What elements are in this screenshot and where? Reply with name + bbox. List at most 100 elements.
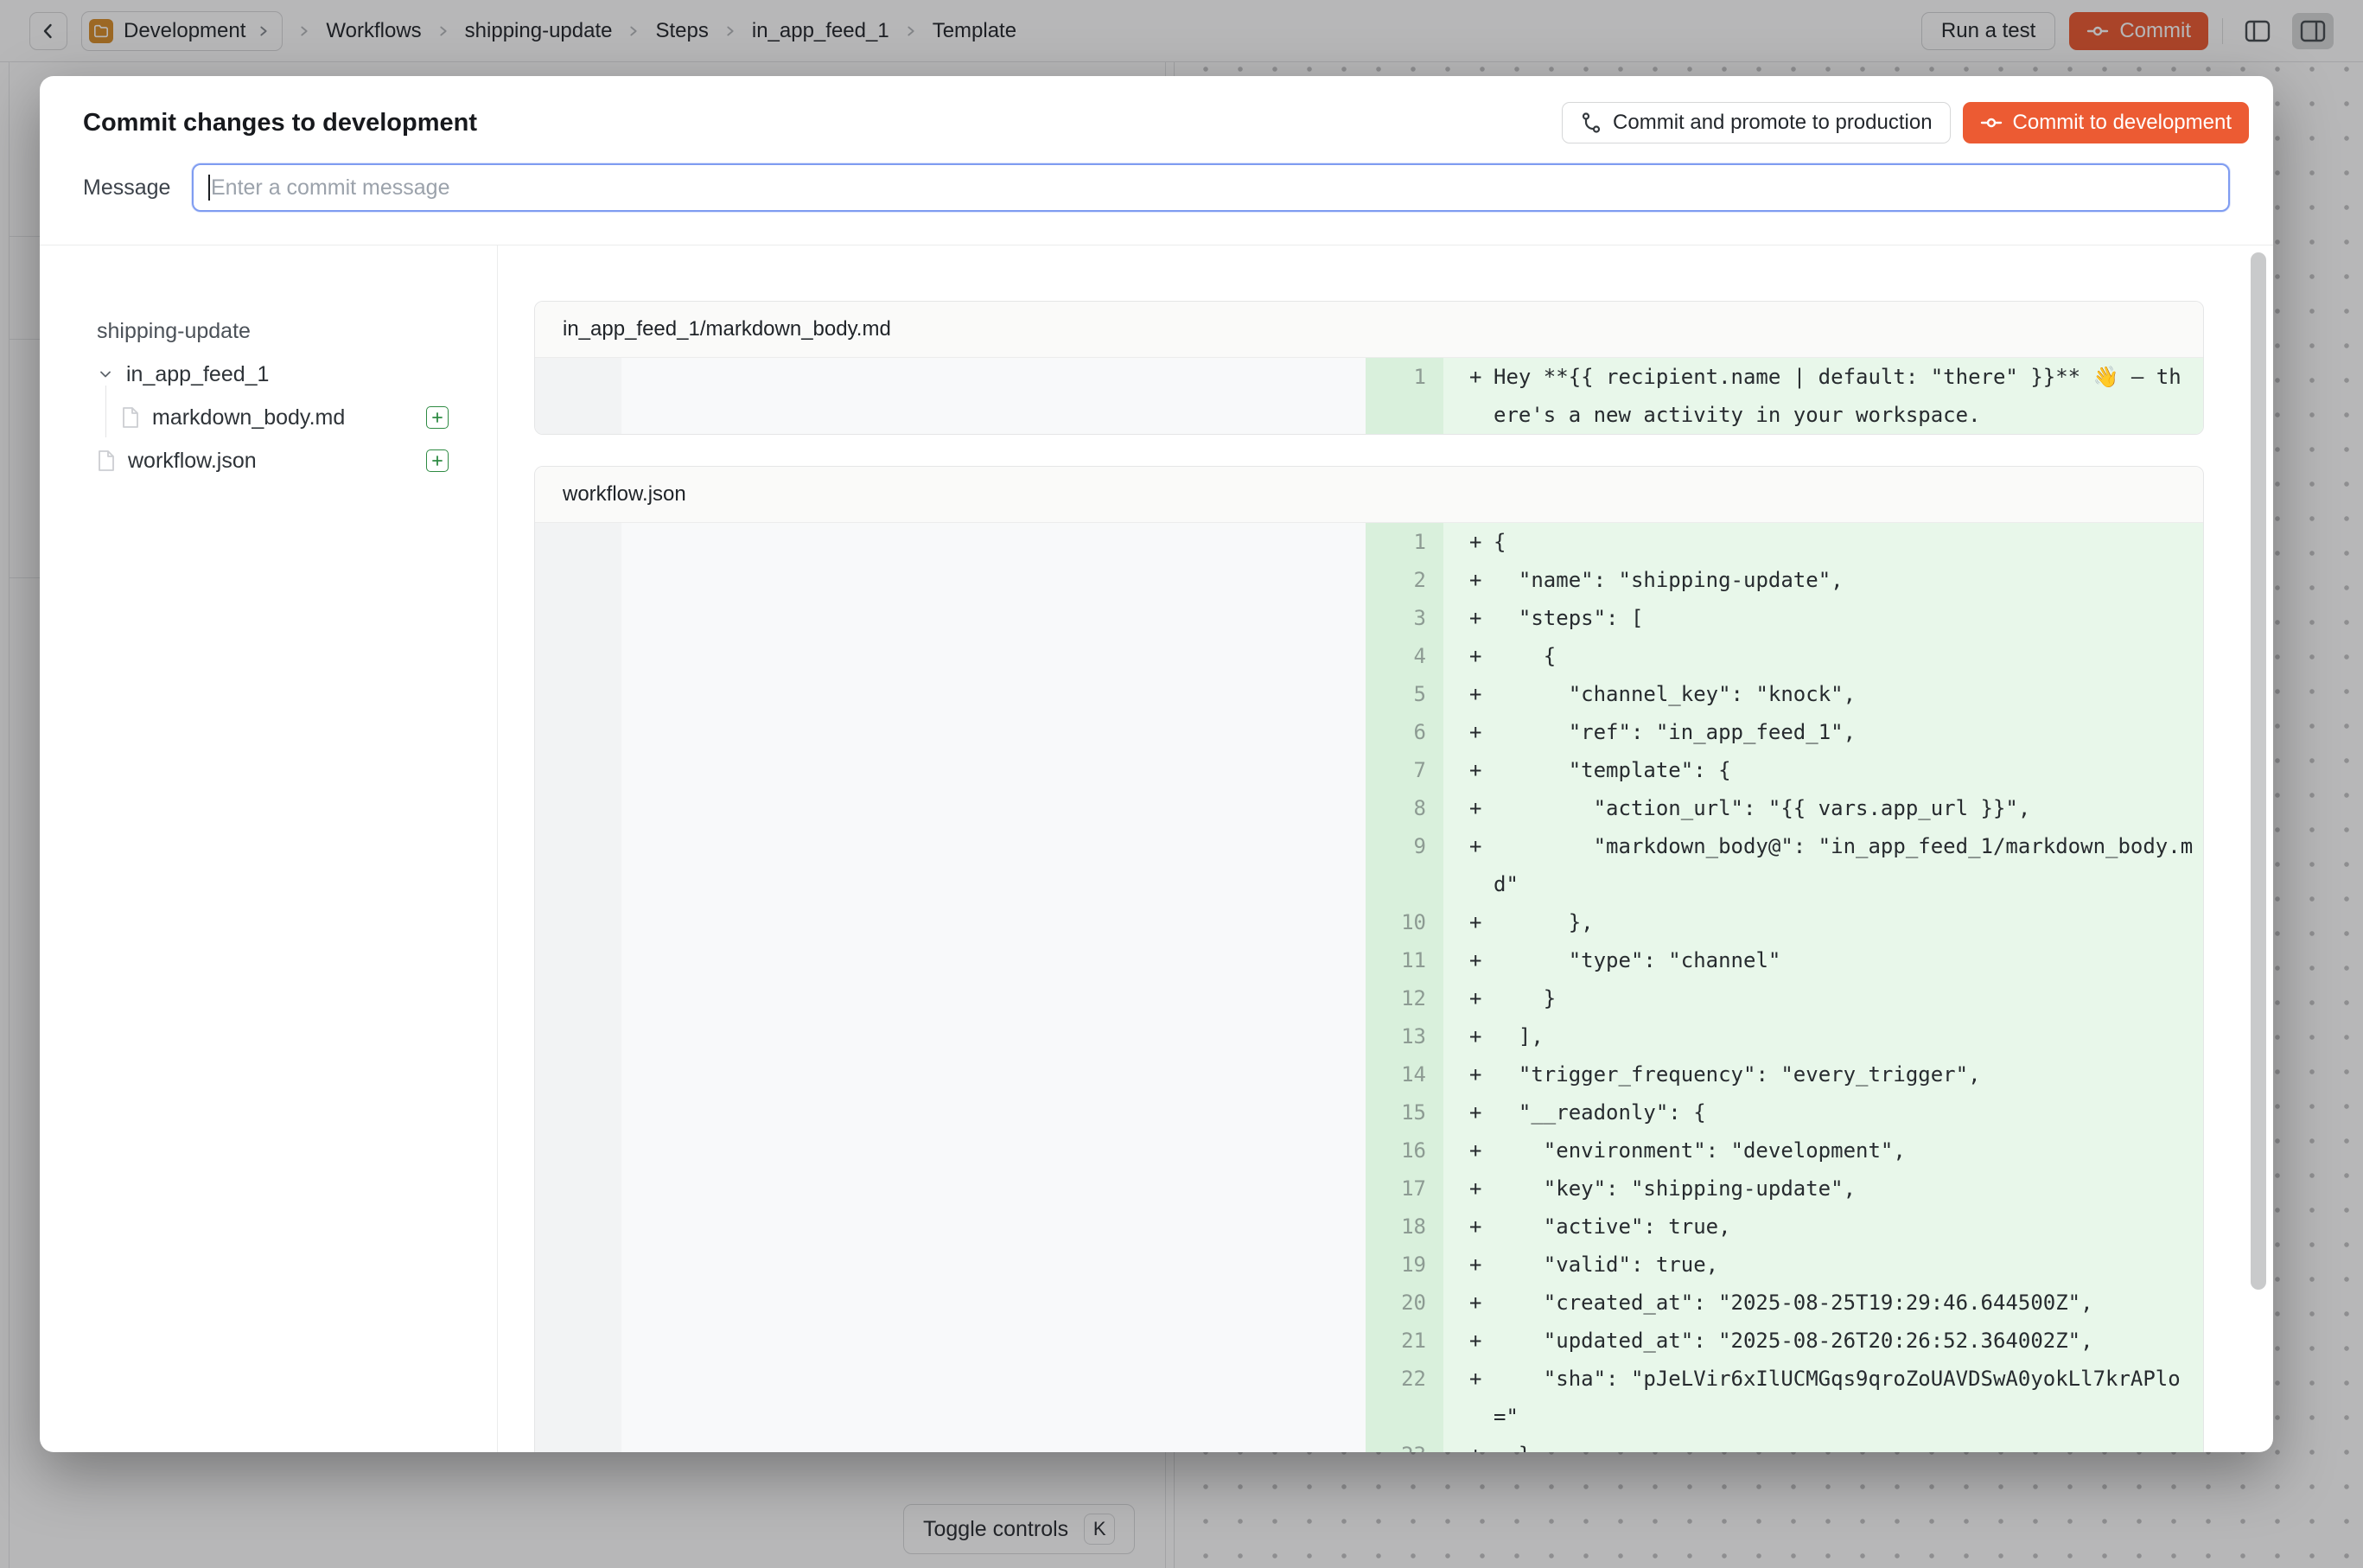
diff-line-number: 8 — [1366, 789, 1443, 827]
tree-folder-in-app-feed[interactable]: in_app_feed_1 — [97, 353, 497, 396]
diff-line-text: "channel_key": "knock", — [1494, 675, 2193, 713]
diff-old-gutter — [535, 1284, 621, 1322]
diff-old-gutter — [535, 1131, 621, 1170]
diff-line-text: { — [1494, 637, 2193, 675]
diff-plus-sign: + — [1469, 637, 1494, 675]
diff-line-text: "action_url": "{{ vars.app_url }}", — [1494, 789, 2193, 827]
diff-old-content — [621, 1360, 1366, 1436]
diff-plus-sign: + — [1469, 523, 1494, 561]
commit-dialog: Commit changes to development Commit and… — [40, 76, 2273, 1452]
diff-old-gutter — [535, 637, 621, 675]
diff-row: 1 + Hey **{{ recipient.name | default: "… — [535, 358, 2203, 434]
diff-old-gutter — [535, 1017, 621, 1055]
diff-added-line: + "action_url": "{{ vars.app_url }}", — [1443, 789, 2203, 827]
diff-plus-sign: + — [1469, 675, 1494, 713]
diff-added-line: + "key": "shipping-update", — [1443, 1170, 2203, 1208]
diff-old-content — [621, 903, 1366, 941]
diff-old-content — [621, 599, 1366, 637]
diff-plus-sign: + — [1469, 789, 1494, 827]
diff-line-text: "steps": [ — [1494, 599, 2193, 637]
diff-old-content — [621, 1208, 1366, 1246]
diff-line-number: 20 — [1366, 1284, 1443, 1322]
diff-row: 14 + "trigger_frequency": "every_trigger… — [535, 1055, 2203, 1093]
commit-and-promote-label: Commit and promote to production — [1613, 111, 1933, 135]
tree-file-workflow-json[interactable]: workflow.json — [97, 439, 497, 482]
diff-file-name: workflow.json — [535, 467, 2203, 523]
tree-file-label: workflow.json — [128, 449, 257, 474]
diff-plus-sign: + — [1469, 1436, 1494, 1452]
file-icon — [97, 449, 116, 472]
diff-row: 8 + "action_url": "{{ vars.app_url }}", — [535, 789, 2203, 827]
diff-old-gutter — [535, 713, 621, 751]
diff-old-gutter — [535, 1055, 621, 1093]
diff-added-line: + "updated_at": "2025-08-26T20:26:52.364… — [1443, 1322, 2203, 1360]
git-commit-icon — [1980, 112, 2003, 134]
added-file-badge — [426, 449, 449, 472]
diff-old-content — [621, 675, 1366, 713]
diff-line-text: "sha": "pJeLVir6xIlUCMGqs9qroZoUAVDSwA0y… — [1494, 1360, 2193, 1436]
diff-row: 20 + "created_at": "2025-08-25T19:29:46.… — [535, 1284, 2203, 1322]
diff-line-number: 19 — [1366, 1246, 1443, 1284]
diff-added-line: + }, — [1443, 903, 2203, 941]
diff-line-text: "ref": "in_app_feed_1", — [1494, 713, 2193, 751]
diff-old-gutter — [535, 561, 621, 599]
diff-old-content — [621, 941, 1366, 979]
commit-and-promote-button[interactable]: Commit and promote to production — [1562, 102, 1951, 143]
commit-message-input[interactable] — [192, 163, 2230, 212]
diff-line-text: "trigger_frequency": "every_trigger", — [1494, 1055, 2193, 1093]
diff-plus-sign: + — [1469, 751, 1494, 789]
diff-plus-sign: + — [1469, 1322, 1494, 1360]
git-branch-icon — [1580, 112, 1602, 134]
diff-old-content — [621, 1170, 1366, 1208]
changed-files-tree: shipping-update in_app_feed_1 markdown_b… — [40, 245, 497, 1452]
diff-added-line: + "ref": "in_app_feed_1", — [1443, 713, 2203, 751]
diff-row: 9 + "markdown_body@": "in_app_feed_1/mar… — [535, 827, 2203, 903]
diff-added-line: + "template": { — [1443, 751, 2203, 789]
diff-row: 5 + "channel_key": "knock", — [535, 675, 2203, 713]
diff-old-gutter — [535, 1322, 621, 1360]
diff-line-number: 9 — [1366, 827, 1443, 903]
diff-line-text: "name": "shipping-update", — [1494, 561, 2193, 599]
diff-added-line: + "markdown_body@": "in_app_feed_1/markd… — [1443, 827, 2203, 903]
text-caret — [208, 175, 210, 201]
tree-file-markdown-body[interactable]: markdown_body.md — [97, 396, 497, 439]
diff-line-number: 7 — [1366, 751, 1443, 789]
message-input-wrap — [192, 163, 2230, 212]
diff-plus-sign: + — [1469, 358, 1494, 434]
diff-old-content — [621, 1055, 1366, 1093]
diff-plus-sign: + — [1469, 713, 1494, 751]
diff-row: 15 + "__readonly": { — [535, 1093, 2203, 1131]
diff-line-text: "active": true, — [1494, 1208, 2193, 1246]
diff-added-line: + "channel_key": "knock", — [1443, 675, 2203, 713]
diff-old-content — [621, 1131, 1366, 1170]
diff-plus-sign: + — [1469, 1208, 1494, 1246]
diff-line-text: }, — [1494, 903, 2193, 941]
diff-line-number: 23 — [1366, 1436, 1443, 1452]
diff-old-content — [621, 637, 1366, 675]
diff-added-line: + "active": true, — [1443, 1208, 2203, 1246]
diff-added-line: + "steps": [ — [1443, 599, 2203, 637]
diff-line-number: 14 — [1366, 1055, 1443, 1093]
diff-line-number: 16 — [1366, 1131, 1443, 1170]
commit-to-development-button[interactable]: Commit to development — [1963, 102, 2249, 143]
diff-old-gutter — [535, 827, 621, 903]
diff-row: 22 + "sha": "pJeLVir6xIlUCMGqs9qroZoUAVD… — [535, 1360, 2203, 1436]
diff-line-text: "key": "shipping-update", — [1494, 1170, 2193, 1208]
diff-old-gutter — [535, 1436, 621, 1452]
diff-plus-sign: + — [1469, 1017, 1494, 1055]
diff-line-number: 12 — [1366, 979, 1443, 1017]
diff-added-line: + "valid": true, — [1443, 1246, 2203, 1284]
diff-line-number: 17 — [1366, 1170, 1443, 1208]
diff-row: 1 + { — [535, 523, 2203, 561]
diff-plus-sign: + — [1469, 599, 1494, 637]
scrollbar-thumb[interactable] — [2251, 252, 2266, 1290]
diff-plus-sign: + — [1469, 827, 1494, 903]
chevron-down-icon — [97, 366, 114, 383]
diff-line-number: 22 — [1366, 1360, 1443, 1436]
diff-line-number: 13 — [1366, 1017, 1443, 1055]
plus-icon — [430, 411, 444, 424]
diff-old-gutter — [535, 1246, 621, 1284]
commit-to-development-label: Commit to development — [2013, 111, 2232, 135]
diff-plus-sign: + — [1469, 979, 1494, 1017]
diff-added-line: + ], — [1443, 1017, 2203, 1055]
